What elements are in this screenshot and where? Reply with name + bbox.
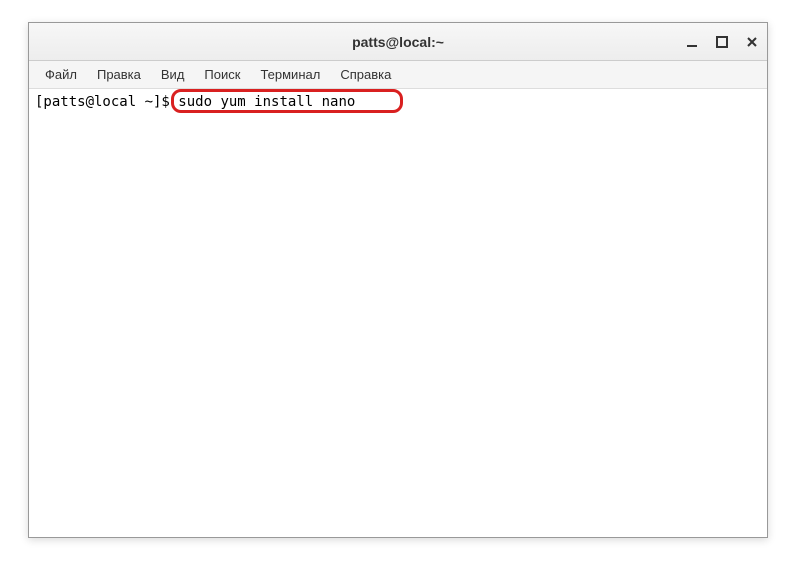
command-text: sudo yum install nano [178,93,355,111]
terminal-body[interactable]: [patts@local ~]$ sudo yum install nano [29,89,767,537]
menu-view[interactable]: Вид [151,63,195,86]
minimize-button[interactable] [685,35,699,49]
menu-search[interactable]: Поиск [194,63,250,86]
close-button[interactable] [745,35,759,49]
menu-terminal[interactable]: Терминал [250,63,330,86]
titlebar: patts@local:~ [29,23,767,61]
menu-help[interactable]: Справка [330,63,401,86]
prompt: [patts@local ~]$ [35,93,178,111]
menubar: Файл Правка Вид Поиск Терминал Справка [29,61,767,89]
maximize-button[interactable] [715,35,729,49]
terminal-line: [patts@local ~]$ sudo yum install nano [35,93,761,111]
terminal-window: patts@local:~ Файл Правка Вид Поиск Терм… [28,22,768,538]
window-title: patts@local:~ [352,34,444,50]
menu-edit[interactable]: Правка [87,63,151,86]
window-controls [685,23,759,61]
menu-file[interactable]: Файл [35,63,87,86]
